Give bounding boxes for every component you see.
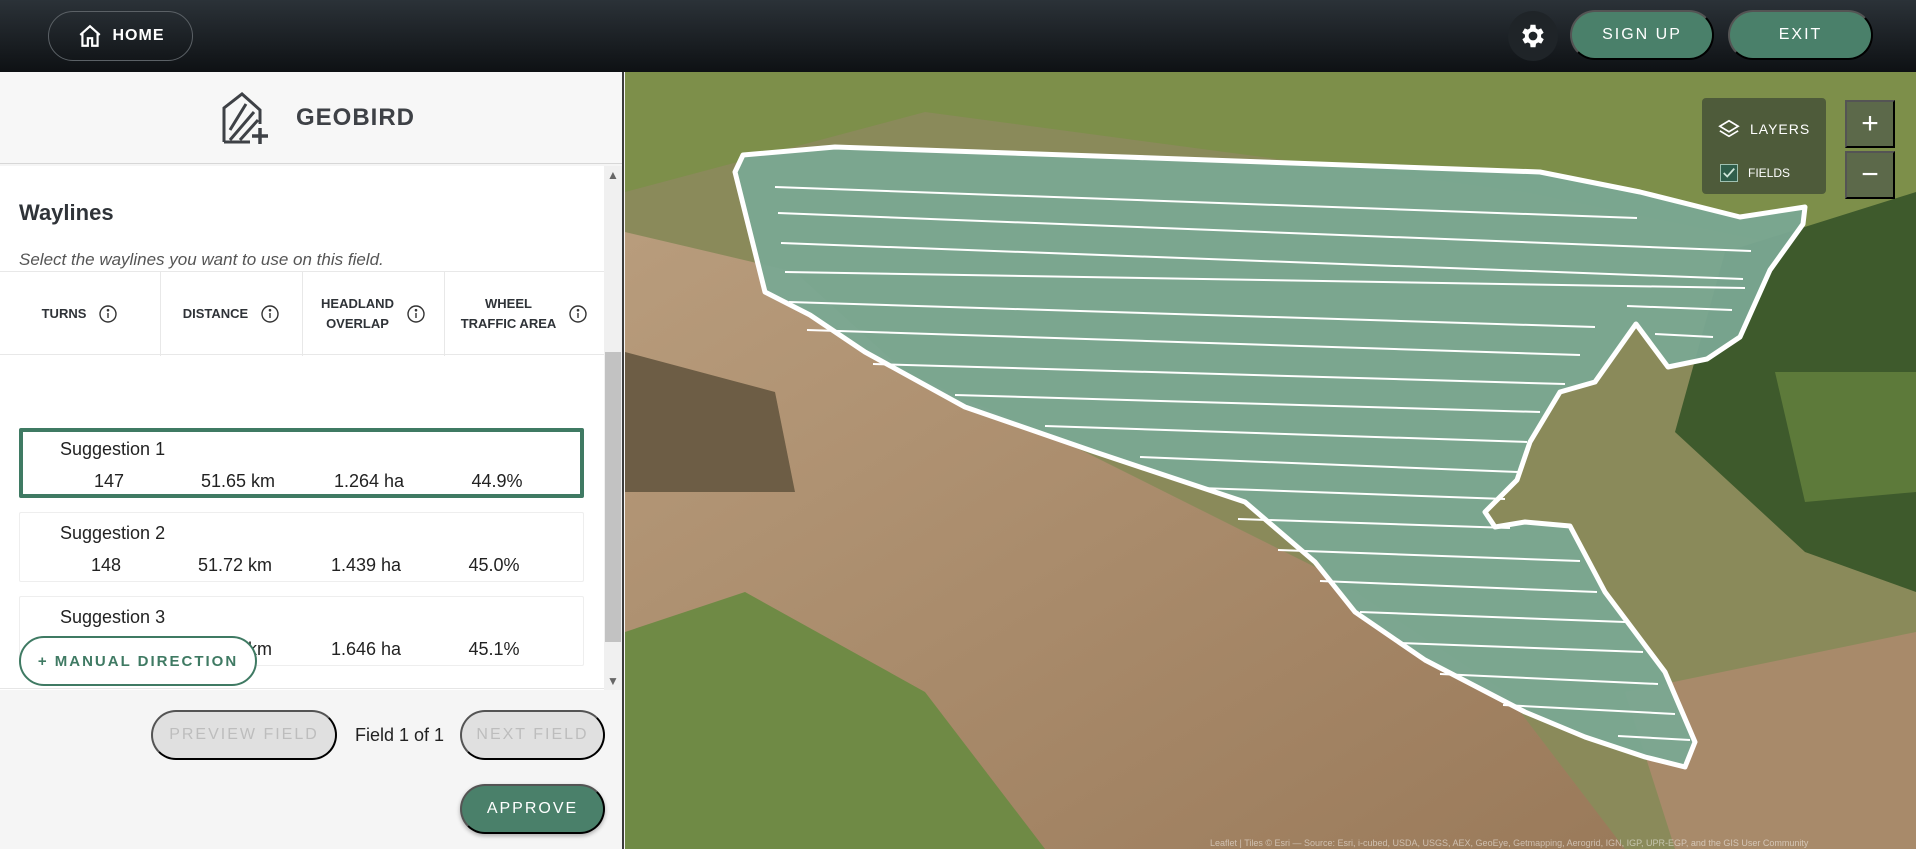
scrollbar[interactable]: ▲ ▼: [604, 166, 622, 690]
overlap-value: 1.439 ha: [330, 555, 402, 575]
overlap-value: 1.646 ha: [330, 639, 402, 659]
waylines-subtitle: Select the waylines you want to use on t…: [19, 250, 384, 269]
layers-header[interactable]: LAYERS: [1718, 118, 1810, 140]
suggestion-row-2[interactable]: Suggestion 2 148 51.72 km 1.439 ha 45.0%: [19, 512, 584, 582]
approve-button[interactable]: APPROVE: [460, 784, 605, 834]
traffic-value: 45.1%: [468, 639, 520, 659]
zoom-in-button[interactable]: +: [1845, 100, 1895, 148]
column-header-headland-overlap: HEADLAND OVERLAP: [302, 272, 444, 356]
scrollbar-thumb[interactable]: [605, 352, 621, 642]
layers-icon: [1718, 119, 1740, 138]
divider: [0, 688, 604, 689]
scroll-down-icon[interactable]: ▼: [604, 672, 622, 690]
map-attribution: Leaflet | Tiles © Esri — Source: Esri, i…: [1210, 838, 1809, 848]
gear-icon: [1522, 24, 1544, 48]
info-icon[interactable]: [568, 304, 588, 324]
info-icon[interactable]: [260, 304, 280, 324]
info-icon[interactable]: [406, 304, 426, 324]
distance-value: 51.65 km: [200, 471, 276, 491]
home-icon: [79, 24, 100, 47]
waylines-scroll-area[interactable]: Waylines Select the waylines you want to…: [0, 166, 622, 690]
column-header-distance: DISTANCE: [160, 272, 302, 356]
sign-up-button[interactable]: SIGN UP: [1570, 10, 1714, 60]
distance-value: 51.72 km: [197, 555, 273, 575]
traffic-value: 45.0%: [468, 555, 520, 575]
scroll-up-icon[interactable]: ▲: [604, 166, 622, 184]
fields-checkbox[interactable]: [1720, 164, 1738, 182]
traffic-value: 44.9%: [471, 471, 523, 491]
turns-value: 147: [93, 471, 125, 491]
zoom-out-button[interactable]: −: [1845, 151, 1895, 199]
layer-fields-toggle[interactable]: FIELDS: [1720, 164, 1790, 182]
waylines-content: Waylines Select the waylines you want to…: [0, 166, 604, 690]
suggestion-title: Suggestion 1: [60, 439, 166, 459]
exit-button[interactable]: EXIT: [1728, 10, 1873, 60]
waylines-table-header: TURNS DISTANCE HEADLAND OVERLAP WHEEL TR…: [0, 271, 604, 356]
left-panel: GEOBIRD Waylines Select the waylines you…: [0, 72, 624, 849]
manual-direction-button[interactable]: + MANUAL DIRECTION: [19, 636, 257, 686]
geobird-logo-icon: [222, 92, 268, 144]
column-header-wheel-traffic-area: WHEEL TRAFFIC AREA: [444, 272, 604, 356]
suggestion-title: Suggestion 2: [60, 523, 166, 543]
suggestion-title: Suggestion 3: [60, 607, 166, 627]
next-field-button[interactable]: NEXT FIELD: [460, 710, 605, 760]
suggestion-row-1[interactable]: Suggestion 1 147 51.65 km 1.264 ha 44.9%: [19, 428, 584, 498]
field-counter: Field 1 of 1: [355, 725, 445, 745]
home-button[interactable]: HOME: [48, 11, 193, 61]
brand-name: GEOBIRD: [296, 104, 416, 131]
column-header-turns: TURNS: [0, 272, 160, 356]
previous-field-button[interactable]: PREVIEW FIELD: [151, 710, 337, 760]
home-label: HOME: [112, 27, 165, 44]
waylines-title: Waylines: [19, 200, 114, 225]
turns-value: 148: [90, 555, 122, 575]
info-icon[interactable]: [98, 304, 118, 324]
layers-panel: LAYERS FIELDS: [1702, 98, 1826, 194]
fields-label: FIELDS: [1748, 166, 1791, 180]
brand-header: GEOBIRD: [0, 72, 622, 164]
layers-label: LAYERS: [1750, 121, 1811, 137]
overlap-value: 1.264 ha: [333, 471, 405, 491]
checkmark-icon: [1723, 168, 1735, 178]
settings-button[interactable]: [1508, 11, 1558, 61]
top-bar: HOME SIGN UP EXIT: [0, 0, 1916, 72]
